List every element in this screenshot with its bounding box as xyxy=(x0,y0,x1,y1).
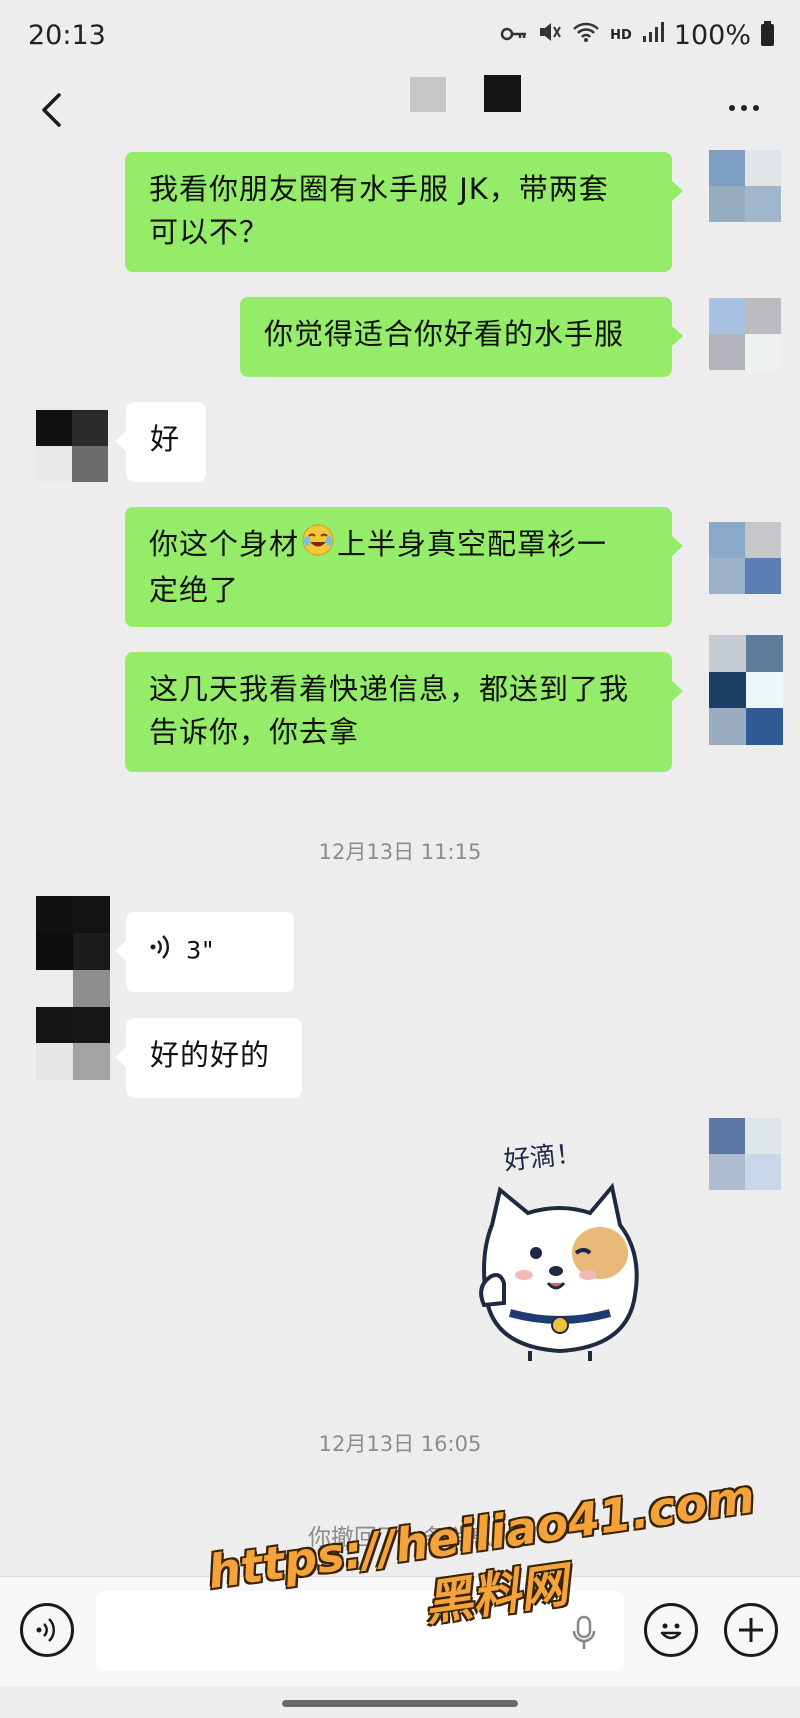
my-avatar[interactable] xyxy=(709,522,781,594)
recall-notice: 你撤回了一条消息 xyxy=(308,1525,492,1551)
message-text: 好 xyxy=(150,422,181,456)
contact-avatar[interactable] xyxy=(36,410,108,482)
more-options-icon[interactable] xyxy=(716,88,772,128)
message-text: 可以不？ xyxy=(149,215,270,249)
input-bar xyxy=(0,1576,800,1686)
signal-icon xyxy=(642,22,664,48)
my-avatar[interactable] xyxy=(709,298,781,370)
status-time: 20:13 xyxy=(28,19,106,51)
time-separator: 12月13日 16:05 xyxy=(318,1432,482,1456)
message-bubble-outgoing[interactable]: 我看你朋友圈有水手服 JK，带两套 可以不？ xyxy=(125,152,683,272)
message-text: 定绝了 xyxy=(149,573,240,607)
hd-label: HD xyxy=(610,27,632,43)
voice-message-bubble[interactable]: 3" xyxy=(115,912,294,992)
message-bubble-outgoing[interactable]: 你觉得适合你好看的水手服 xyxy=(240,297,683,377)
home-indicator[interactable] xyxy=(282,1700,518,1707)
message-text: 这几天我看着快递信息，都送到了我 xyxy=(149,672,630,706)
status-bar: 20:13 HD 100% xyxy=(0,0,800,70)
message-text: 告诉你，你去拿 xyxy=(149,715,360,749)
my-avatar[interactable] xyxy=(709,150,781,222)
status-icons: HD 100% xyxy=(500,20,774,51)
message-input[interactable] xyxy=(96,1591,624,1671)
message-text: 上半身真空配罩衫一 xyxy=(337,527,608,561)
voice-mode-icon[interactable] xyxy=(20,1603,74,1657)
laughing-crying-emoji-icon xyxy=(301,523,335,569)
sticker-text: 好滴！ xyxy=(502,1139,583,1177)
message-bubble-incoming[interactable]: 好 xyxy=(115,402,206,482)
wifi-icon xyxy=(572,21,600,49)
message-text: 好的好的 xyxy=(150,1038,271,1072)
battery-percent: 100% xyxy=(673,19,751,51)
my-avatar[interactable] xyxy=(709,1118,781,1190)
chat-title-censored-black xyxy=(484,75,521,112)
voice-wave-icon xyxy=(150,930,172,973)
message-text: 你觉得适合你好看的水手服 xyxy=(264,317,625,351)
emoji-icon[interactable] xyxy=(644,1603,698,1657)
chat-header xyxy=(0,70,800,150)
message-bubble-outgoing[interactable]: 这几天我看着快递信息，都送到了我 告诉你，你去拿 xyxy=(125,652,683,772)
key-icon xyxy=(500,23,528,48)
contact-avatar[interactable] xyxy=(36,896,110,970)
voice-duration: 3" xyxy=(186,936,215,965)
message-bubble-outgoing[interactable]: 你这个身材 上半身真空配罩衫一 定绝了 xyxy=(125,507,683,627)
message-text: 我看你朋友圈有水手服 JK，带两套 xyxy=(149,172,609,206)
back-icon[interactable] xyxy=(26,80,76,140)
mute-icon xyxy=(538,21,562,49)
sticker-message[interactable]: 好滴！ xyxy=(470,1135,650,1365)
plus-icon[interactable] xyxy=(724,1603,778,1657)
message-bubble-incoming[interactable]: 好的好的 xyxy=(115,1018,302,1098)
time-separator: 12月13日 11:15 xyxy=(318,840,482,864)
chat-title-censored-gray xyxy=(410,77,446,112)
battery-icon xyxy=(761,21,774,46)
microphone-icon[interactable] xyxy=(572,1615,596,1651)
contact-avatar[interactable] xyxy=(36,970,110,1080)
message-text: 你这个身材 xyxy=(149,527,300,561)
my-avatar[interactable] xyxy=(709,635,783,745)
